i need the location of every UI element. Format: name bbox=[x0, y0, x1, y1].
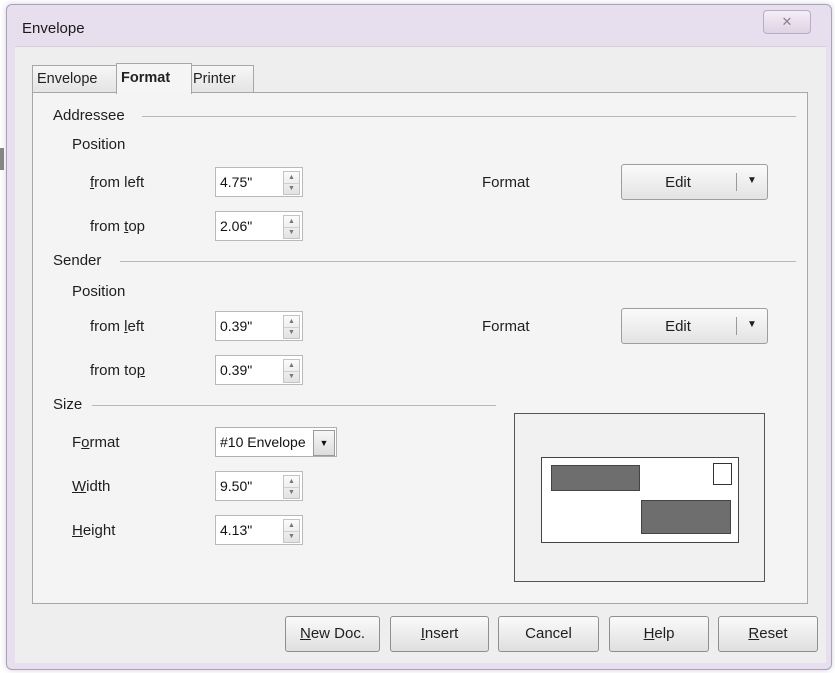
edit-button-divider bbox=[736, 173, 737, 191]
addressee-from-left-spinner[interactable]: ▲ ▼ bbox=[283, 171, 300, 195]
sender-block bbox=[551, 465, 640, 491]
addressee-separator bbox=[142, 116, 796, 117]
addressee-from-left-input[interactable] bbox=[220, 172, 292, 192]
addressee-from-top-label: from top bbox=[90, 218, 146, 235]
size-width-label: Width bbox=[72, 478, 111, 495]
addressee-from-top-field[interactable]: ▲ ▼ bbox=[215, 211, 303, 241]
close-button[interactable]: ✕ bbox=[763, 10, 811, 34]
edit-button-divider bbox=[736, 317, 737, 335]
size-format-label: Format bbox=[72, 434, 120, 451]
spin-down-icon[interactable]: ▼ bbox=[284, 227, 299, 238]
addressee-from-left-field[interactable]: ▲ ▼ bbox=[215, 167, 303, 197]
size-separator bbox=[92, 405, 496, 406]
reset-button[interactable]: Reset bbox=[718, 616, 818, 652]
close-icon: ✕ bbox=[781, 14, 793, 29]
help-button[interactable]: Help bbox=[609, 616, 709, 652]
envelope-outline bbox=[541, 457, 739, 543]
insert-button[interactable]: Insert bbox=[390, 616, 489, 652]
sender-section-label: Sender bbox=[53, 252, 102, 269]
sender-from-top-field[interactable]: ▲ ▼ bbox=[215, 355, 303, 385]
addressee-from-left-label: from left bbox=[90, 174, 145, 191]
addressee-format-label: Format bbox=[482, 174, 530, 191]
sender-edit-button[interactable]: Edit ▼ bbox=[621, 308, 768, 344]
spin-down-icon[interactable]: ▼ bbox=[284, 487, 299, 498]
size-height-label: Height bbox=[72, 522, 116, 539]
size-section-label: Size bbox=[53, 396, 83, 413]
size-width-input[interactable] bbox=[220, 476, 292, 496]
addressee-block bbox=[641, 500, 731, 534]
addressee-section-label: Addressee bbox=[53, 107, 125, 124]
size-height-spinner[interactable]: ▲ ▼ bbox=[283, 519, 300, 543]
dialog-title: Envelope bbox=[22, 20, 85, 37]
addressee-position-label: Position bbox=[72, 136, 126, 153]
sender-format-label: Format bbox=[482, 318, 530, 335]
spin-down-icon[interactable]: ▼ bbox=[284, 183, 299, 194]
addressee-from-top-input[interactable] bbox=[220, 216, 292, 236]
sender-from-left-input[interactable] bbox=[220, 316, 292, 336]
size-width-spinner[interactable]: ▲ ▼ bbox=[283, 475, 300, 499]
dropdown-arrow-icon[interactable]: ▼ bbox=[738, 319, 766, 330]
edit-button-label: Edit bbox=[665, 318, 691, 335]
sender-from-top-label: from top bbox=[90, 362, 146, 379]
sender-separator bbox=[120, 261, 796, 262]
tab-envelope[interactable]: Envelope bbox=[32, 65, 118, 92]
size-height-field[interactable]: ▲ ▼ bbox=[215, 515, 303, 545]
envelope-format-value: #10 Envelope bbox=[220, 434, 306, 450]
sender-position-label: Position bbox=[72, 283, 126, 300]
sender-from-left-spinner[interactable]: ▲ ▼ bbox=[283, 315, 300, 339]
background-edge-mark bbox=[0, 148, 4, 170]
size-width-field[interactable]: ▲ ▼ bbox=[215, 471, 303, 501]
addressee-edit-button[interactable]: Edit ▼ bbox=[621, 164, 768, 200]
envelope-preview bbox=[514, 413, 765, 582]
spin-down-icon[interactable]: ▼ bbox=[284, 531, 299, 542]
spin-down-icon[interactable]: ▼ bbox=[284, 371, 299, 382]
dropdown-arrow-icon[interactable]: ▼ bbox=[738, 175, 766, 186]
sender-from-left-label: from left bbox=[90, 318, 145, 335]
stamp-icon bbox=[713, 463, 732, 485]
addressee-from-top-spinner[interactable]: ▲ ▼ bbox=[283, 215, 300, 239]
size-height-input[interactable] bbox=[220, 520, 292, 540]
envelope-format-select[interactable]: #10 Envelope ▼ bbox=[215, 427, 337, 457]
new-doc-button[interactable]: New Doc. bbox=[285, 616, 380, 652]
sender-from-top-input[interactable] bbox=[220, 360, 292, 380]
chevron-down-icon[interactable]: ▼ bbox=[313, 430, 335, 456]
sender-from-left-field[interactable]: ▲ ▼ bbox=[215, 311, 303, 341]
sender-from-top-spinner[interactable]: ▲ ▼ bbox=[283, 359, 300, 383]
spin-down-icon[interactable]: ▼ bbox=[284, 327, 299, 338]
tab-printer[interactable]: Printer bbox=[188, 65, 254, 92]
tab-format[interactable]: Format bbox=[116, 63, 192, 94]
edit-button-label: Edit bbox=[665, 174, 691, 191]
cancel-button[interactable]: Cancel bbox=[498, 616, 599, 652]
